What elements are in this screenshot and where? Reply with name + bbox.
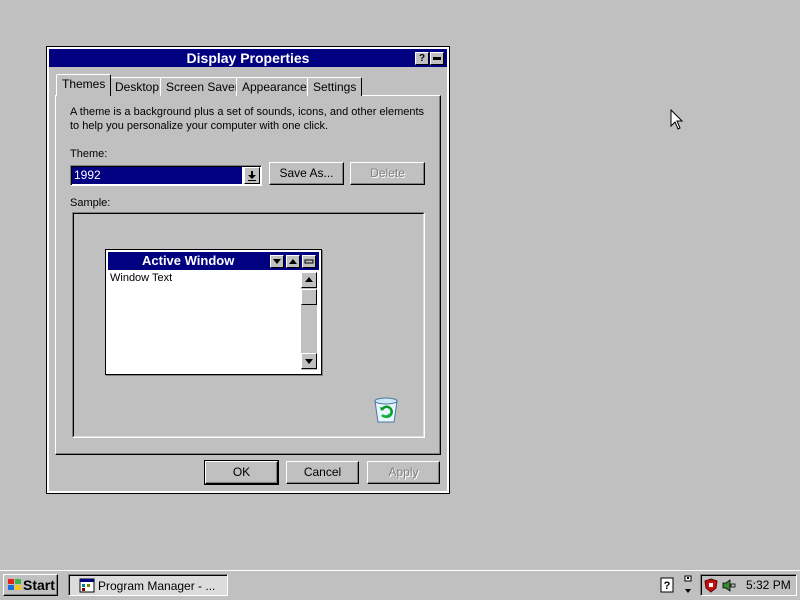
arrow-down-icon xyxy=(305,359,313,364)
arrow-up-icon xyxy=(305,277,313,282)
clock[interactable]: 5:32 PM xyxy=(746,578,791,592)
help-icon: ? xyxy=(418,53,426,64)
sample-window-title: Active Window xyxy=(142,253,235,268)
program-manager-icon xyxy=(79,578,95,593)
tab-label: Screen Saver xyxy=(166,80,239,94)
save-as-button[interactable]: Save As... xyxy=(269,162,344,185)
ok-label: OK xyxy=(232,465,251,479)
theme-label: Theme: xyxy=(70,148,108,160)
start-button[interactable]: Start xyxy=(3,574,58,596)
cancel-label: Cancel xyxy=(303,465,342,479)
tab-desktop[interactable]: Desktop xyxy=(109,77,166,96)
system-menu-icon xyxy=(304,259,314,264)
tab-label: Desktop xyxy=(115,80,160,94)
scroll-down-button xyxy=(301,353,317,369)
tab-label: Appearance xyxy=(242,80,307,94)
dropdown-button[interactable] xyxy=(244,167,260,184)
sample-label: Sample: xyxy=(70,197,111,209)
delete-button[interactable]: Delete xyxy=(350,162,425,185)
system-tray: 5:32 PM xyxy=(700,574,797,596)
apply-button[interactable]: Apply xyxy=(367,461,440,484)
sample-title-bar: Active Window xyxy=(108,252,319,270)
sample-scrollbar xyxy=(301,272,317,370)
theme-description-line-1: A theme is a background plus a set of so… xyxy=(70,106,425,118)
tab-settings[interactable]: Settings xyxy=(307,77,363,96)
save-as-label: Save As... xyxy=(279,166,334,180)
taskbar: Start Program Manager - ... ? 5:32 PM xyxy=(0,570,800,600)
maximize-icon xyxy=(289,259,297,264)
sample-close-button xyxy=(302,255,316,268)
tab-label: Settings xyxy=(313,80,357,94)
dialog-title: Display Properties xyxy=(186,50,310,66)
security-shield-icon[interactable] xyxy=(704,578,718,593)
taskbar-task-program-manager[interactable]: Program Manager - ... xyxy=(68,574,228,596)
cancel-button[interactable]: Cancel xyxy=(286,461,359,484)
svg-text:?: ? xyxy=(664,580,671,592)
network-icon[interactable] xyxy=(682,575,694,595)
theme-select-value: 1992 xyxy=(72,167,242,184)
windows-logo-icon xyxy=(8,579,21,590)
sample-active-window: Active Window Window Text xyxy=(105,249,322,375)
delete-label: Delete xyxy=(370,166,405,180)
start-label: Start xyxy=(23,577,55,593)
scroll-up-button xyxy=(301,272,317,288)
scroll-thumb xyxy=(301,289,317,305)
sample-window-text: Window Text xyxy=(110,272,173,284)
tab-themes[interactable]: Themes xyxy=(56,74,112,96)
close-button[interactable] xyxy=(430,52,444,65)
mouse-pointer-icon xyxy=(670,109,684,130)
volume-icon[interactable] xyxy=(721,578,737,593)
sample-maximize-button xyxy=(286,255,300,268)
apply-label: Apply xyxy=(388,465,419,479)
recycle-bin-icon xyxy=(374,397,398,423)
chevron-down-icon xyxy=(248,171,256,181)
minimize-icon xyxy=(273,259,281,264)
help-icon[interactable]: ? xyxy=(660,577,674,593)
help-button[interactable]: ? xyxy=(415,52,429,65)
theme-description-line-2: to help you personalize your computer wi… xyxy=(70,120,329,132)
theme-select[interactable]: 1992 xyxy=(70,165,262,186)
tab-label: Themes xyxy=(62,77,106,91)
sample-minimize-button xyxy=(270,255,284,268)
tab-screen-saver[interactable]: Screen Saver xyxy=(160,77,245,96)
task-label: Program Manager - ... xyxy=(98,579,216,593)
ok-button[interactable]: OK xyxy=(204,460,279,485)
close-icon xyxy=(433,57,441,60)
title-bar[interactable]: Display Properties ? xyxy=(49,49,447,67)
tab-appearance[interactable]: Appearance xyxy=(236,77,313,96)
